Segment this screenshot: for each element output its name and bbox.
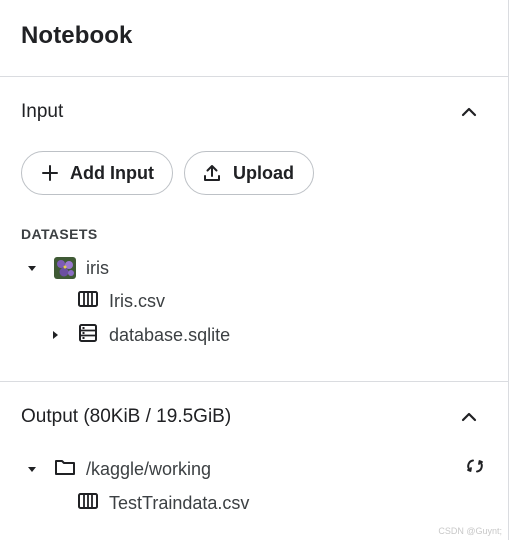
file-name: Iris.csv <box>109 290 165 311</box>
upload-label: Upload <box>233 162 294 183</box>
file-name: database.sqlite <box>109 324 231 345</box>
output-section-title: Output (80KiB / 19.5GiB) <box>21 406 232 427</box>
dataset-row-iris[interactable]: iris <box>54 255 109 281</box>
watermark: CSDN @Guynt; <box>438 526 502 536</box>
add-input-button[interactable]: Add Input <box>21 151 173 195</box>
output-folder-row[interactable]: /kaggle/working <box>54 456 211 482</box>
input-collapse-button[interactable] <box>458 101 480 123</box>
iris-expand-toggle[interactable] <box>26 262 38 274</box>
database-icon <box>78 323 98 347</box>
notebook-panel: Notebook Input Add Input Upload DATASETS <box>0 0 509 540</box>
folder-path: /kaggle/working <box>86 458 212 479</box>
sqlite-expand-toggle[interactable] <box>49 329 61 341</box>
chevron-up-icon <box>461 107 477 117</box>
table-icon <box>78 492 98 514</box>
input-section-title: Input <box>21 101 64 122</box>
add-input-label: Add Input <box>70 162 154 183</box>
divider <box>0 76 508 77</box>
folder-icon <box>54 458 76 481</box>
working-folder-toggle[interactable] <box>26 463 38 475</box>
caret-down-icon <box>28 467 36 472</box>
upload-icon <box>202 163 222 183</box>
divider <box>0 381 508 382</box>
refresh-button[interactable] <box>466 457 486 477</box>
refresh-icon <box>467 459 483 473</box>
datasets-caption: DATASETS <box>21 226 98 242</box>
caret-down-icon <box>28 266 36 271</box>
file-row-iris-csv[interactable]: Iris.csv <box>78 288 165 314</box>
file-row-database-sqlite[interactable]: database.sqlite <box>78 322 230 348</box>
table-icon <box>78 290 98 312</box>
file-name: TestTraindata.csv <box>109 492 250 513</box>
caret-right-icon <box>53 331 58 339</box>
output-collapse-button[interactable] <box>458 406 480 428</box>
iris-thumbnail-icon <box>54 257 76 279</box>
plus-icon <box>40 163 60 183</box>
panel-title: Notebook <box>21 22 133 49</box>
chevron-up-icon <box>461 412 477 422</box>
dataset-name: iris <box>86 257 109 278</box>
upload-button[interactable]: Upload <box>184 151 314 195</box>
file-row-testtraindata-csv[interactable]: TestTraindata.csv <box>78 490 249 516</box>
